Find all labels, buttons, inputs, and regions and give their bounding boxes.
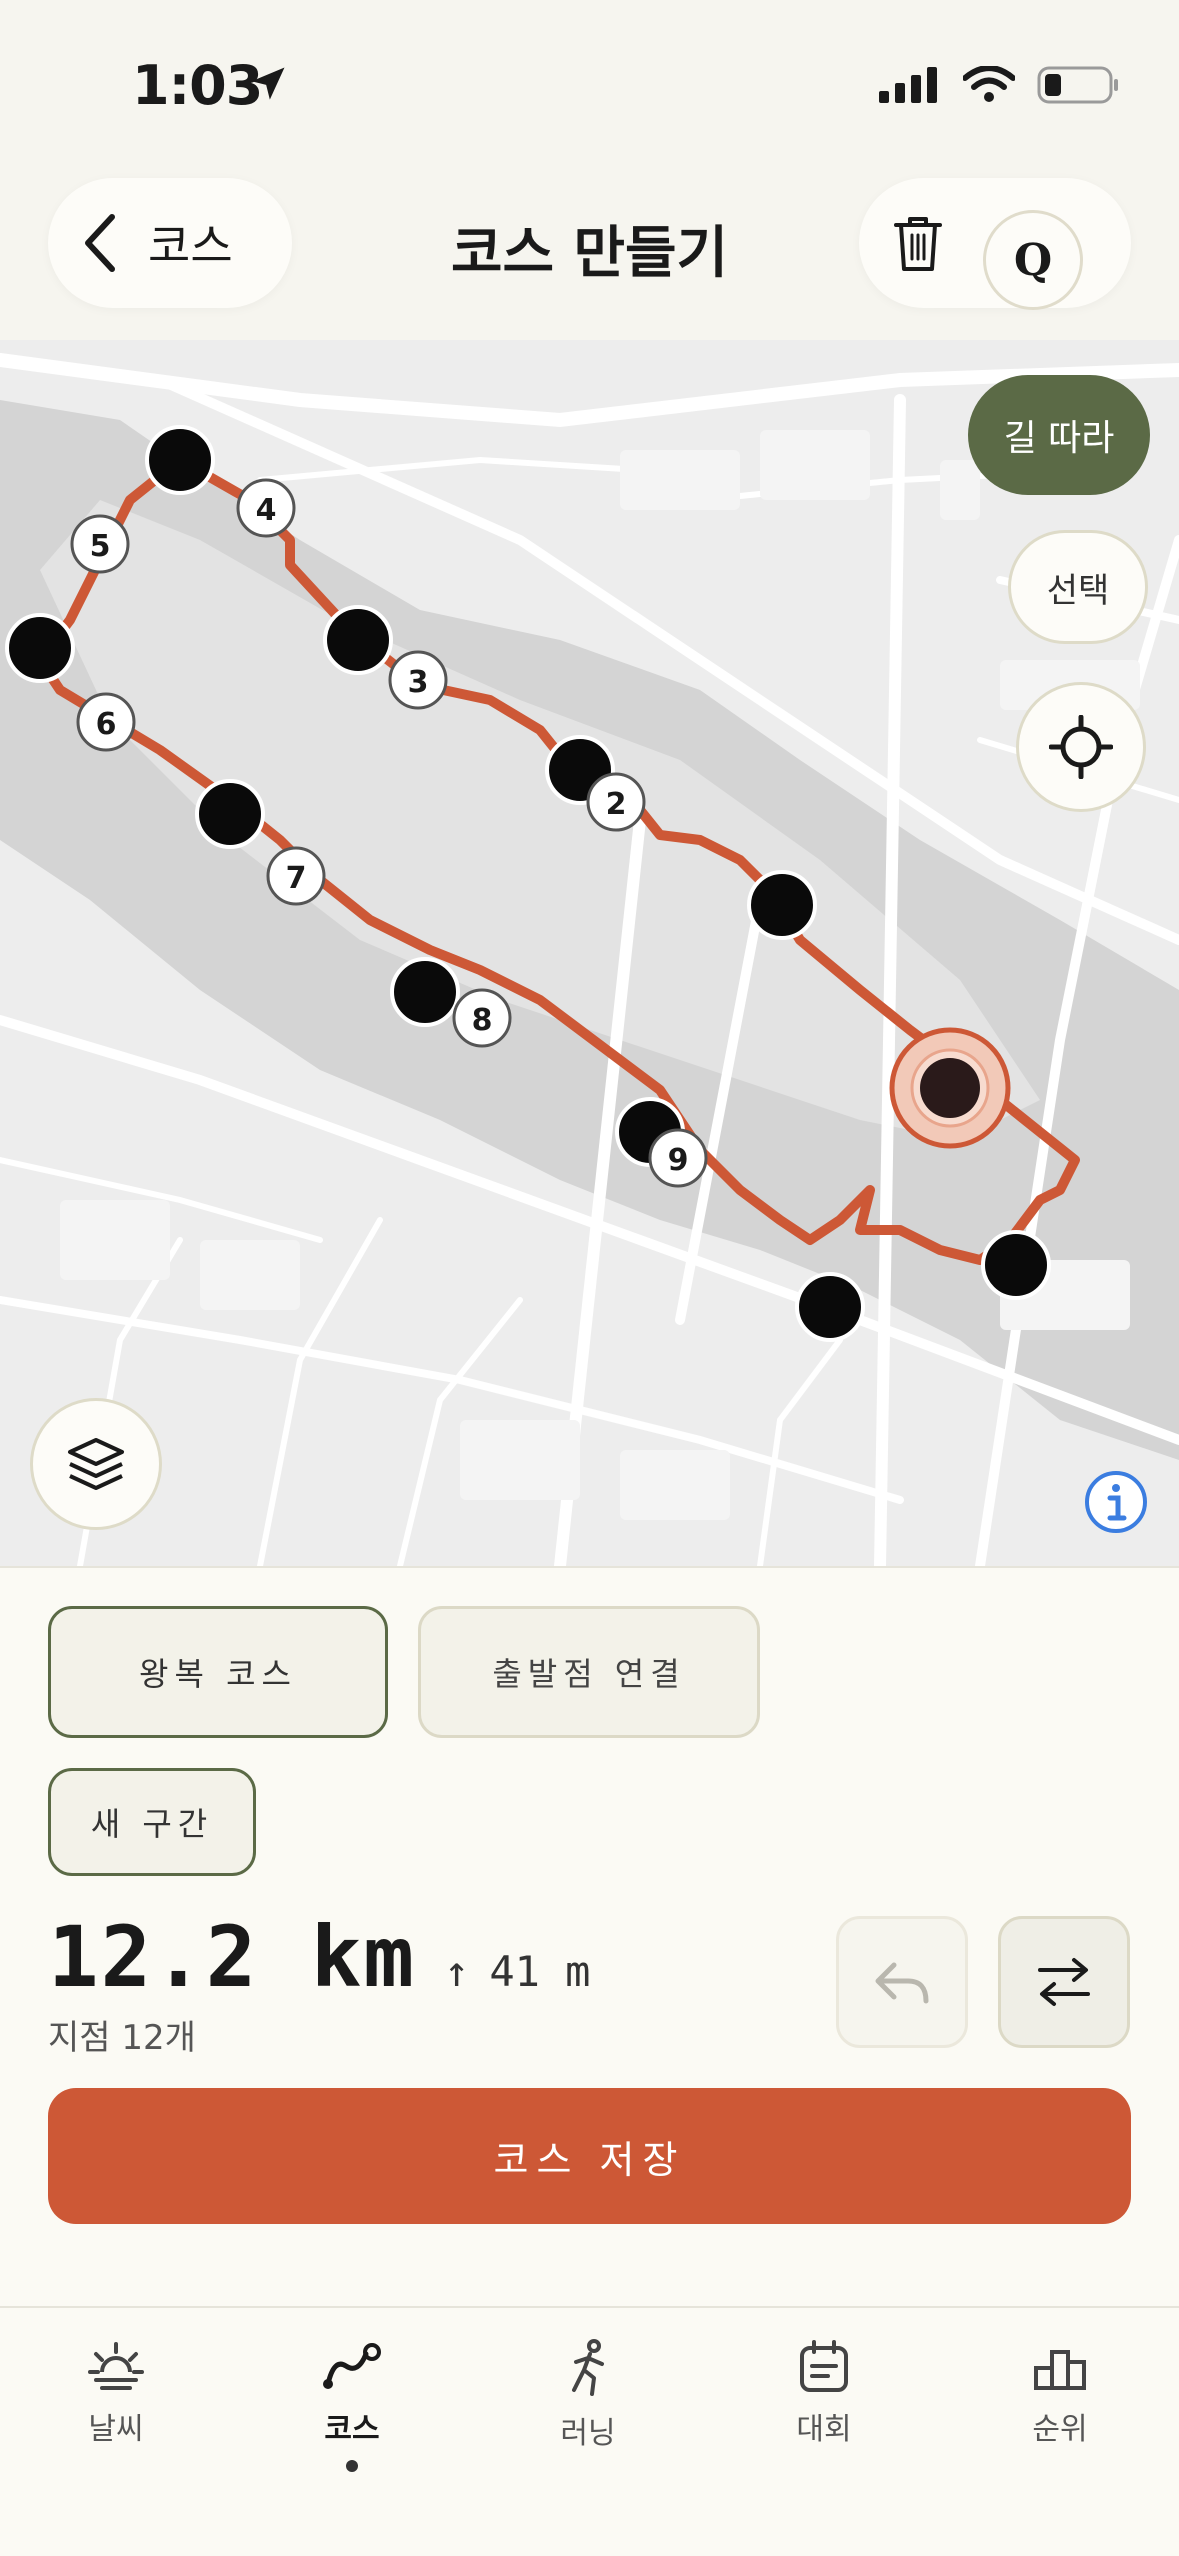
waypoint-label: 6 [96, 707, 117, 742]
waypoint-badge-6: 6 [76, 692, 136, 752]
battery-icon [1037, 66, 1118, 104]
reverse-direction-button[interactable] [998, 1916, 1130, 2048]
trash-icon [894, 217, 942, 271]
new-segment-button[interactable]: 새 구간 [48, 1768, 256, 1876]
connect-start-button[interactable]: 출발점 연결 [418, 1606, 760, 1738]
route-anchor [981, 1230, 1051, 1300]
waypoint-label: 5 [90, 529, 111, 564]
waypoint-label: 3 [408, 665, 429, 700]
tab-label: 러닝 [560, 2416, 616, 2451]
active-tab-indicator [346, 2460, 358, 2472]
select-mode-button[interactable]: 선택 [1008, 530, 1148, 644]
status-bar: 1:03 [0, 0, 1179, 160]
waypoint-label: 8 [472, 1003, 493, 1038]
tab-weather[interactable]: 날씨 [16, 2338, 216, 2448]
tab-label: 순위 [1032, 2412, 1088, 2447]
waypoint-badge-8: 8 [452, 988, 512, 1048]
tab-running[interactable]: 러닝 [488, 2338, 688, 2452]
route-anchor [5, 613, 75, 683]
points-count: 지점 12개 [48, 2018, 196, 2058]
undo-button[interactable] [836, 1916, 968, 2048]
waypoint-badge-5: 5 [70, 514, 130, 574]
waypoint-badge-3: 3 [388, 650, 448, 710]
route-anchor [747, 870, 817, 940]
route-anchor [390, 957, 460, 1027]
podium-icon [1034, 2350, 1086, 2390]
status-time: 1:03 [132, 54, 263, 117]
waypoint-label: 2 [606, 787, 627, 822]
elevation-value: 41 m [489, 1947, 591, 1996]
tab-bar: 날씨 코스 러닝 대회 순위 [0, 2306, 1179, 2556]
crosshair-icon [1049, 715, 1113, 779]
undo-icon [875, 1962, 929, 2004]
elevation-arrow: ↑ [444, 1947, 470, 1996]
waypoint-badge-2: 2 [586, 772, 646, 832]
save-course-button[interactable]: 코스 저장 [48, 2088, 1131, 2224]
tab-course[interactable]: 코스 [252, 2338, 452, 2472]
round-trip-button[interactable]: 왕복 코스 [48, 1606, 388, 1738]
locate-me-button[interactable] [1016, 682, 1146, 812]
runner-icon [572, 2339, 604, 2396]
route-anchor [795, 1272, 865, 1342]
route-anchor [145, 425, 215, 495]
course-stats: 12.2 km ↑ 41 m [48, 1908, 590, 2006]
distance-value: 12.2 km [48, 1908, 417, 2006]
route-anchor [323, 605, 393, 675]
start-point-marker[interactable] [889, 1027, 1011, 1149]
cellular-signal-icon [879, 67, 937, 103]
calendar-icon [800, 2340, 848, 2392]
tab-label: 날씨 [88, 2412, 144, 2447]
waypoint-badge-7: 7 [266, 846, 326, 906]
route-icon [323, 2343, 381, 2389]
location-arrow-icon [251, 67, 285, 100]
waypoint-label: 4 [256, 493, 277, 528]
waypoint-label: 9 [668, 1143, 689, 1178]
course-panel: 왕복 코스 출발점 연결 새 구간 12.2 km ↑ 41 m 지점 12개 … [0, 1566, 1179, 2306]
tab-label: 코스 [324, 2412, 380, 2447]
tab-races[interactable]: 대회 [724, 2338, 924, 2448]
follow-road-button[interactable]: 길 따라 [968, 375, 1150, 495]
map-canvas[interactable]: 2 3 4 5 6 7 8 9 [0, 340, 1179, 1566]
info-icon[interactable] [1084, 1470, 1148, 1534]
waypoint-label: 7 [286, 861, 307, 896]
tab-ranking[interactable]: 순위 [960, 2338, 1160, 2448]
sun-icon [88, 2342, 144, 2390]
layers-icon [68, 1438, 124, 1490]
waypoint-badge-9: 9 [648, 1128, 708, 1188]
map[interactable]: 2 3 4 5 6 7 8 9 길 따라 선택 [0, 340, 1179, 1566]
header: 코스 코스 만들기 Q [0, 160, 1179, 340]
header-actions: Q [859, 178, 1131, 310]
q-button-label: Q [1013, 234, 1053, 286]
q-button[interactable]: Q [983, 210, 1083, 310]
waypoint-badge-4: 4 [236, 478, 296, 538]
swap-arrows-icon [1038, 1958, 1090, 2006]
delete-button[interactable] [873, 198, 963, 288]
route-anchor [195, 779, 265, 849]
map-layers-button[interactable] [30, 1398, 162, 1530]
tab-label: 대회 [796, 2412, 852, 2447]
wifi-icon [963, 66, 1015, 102]
